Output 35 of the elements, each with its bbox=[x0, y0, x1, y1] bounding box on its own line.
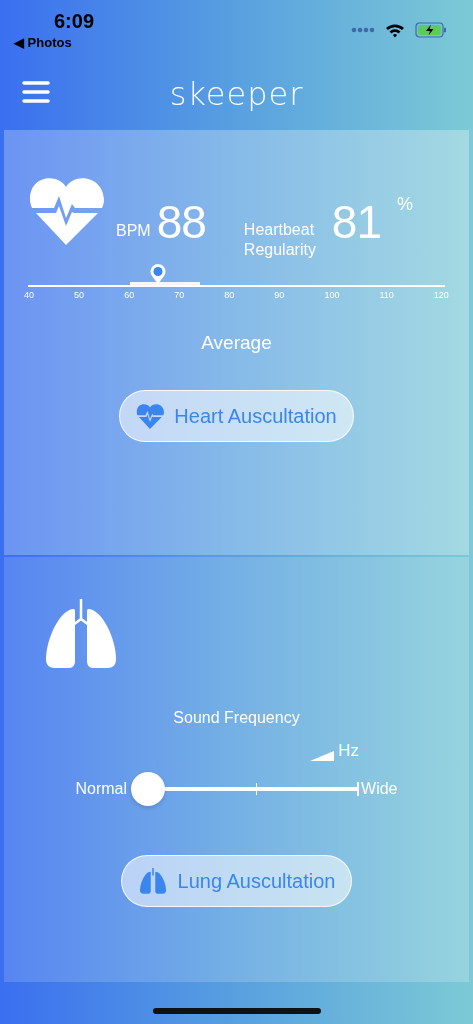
menu-icon[interactable] bbox=[22, 80, 50, 104]
bpm-value: 88 bbox=[156, 200, 206, 244]
normal-label: Normal bbox=[75, 780, 128, 798]
frequency-slider[interactable] bbox=[131, 771, 360, 807]
slider-thumb[interactable] bbox=[131, 772, 166, 806]
lungs-icon bbox=[137, 868, 168, 894]
bpm-label: BPM bbox=[116, 222, 151, 240]
scale-tick-label: 50 bbox=[74, 290, 85, 300]
lungs-icon bbox=[44, 599, 118, 669]
wide-label: Wide bbox=[361, 780, 398, 798]
scale-tick-label: 60 bbox=[124, 290, 135, 300]
app-logo: skeeper bbox=[169, 75, 304, 113]
scale-tick-label: 120 bbox=[433, 290, 449, 300]
scale-tick-label: 40 bbox=[24, 290, 34, 300]
volume-ramp-icon bbox=[310, 751, 335, 761]
sound-frequency-title: Sound Frequency bbox=[173, 709, 300, 727]
battery-icon bbox=[415, 22, 447, 38]
hz-unit: Hz bbox=[338, 741, 359, 761]
percent-unit: % bbox=[397, 194, 414, 215]
lung-auscultation-button[interactable]: Lung Auscultation bbox=[120, 855, 353, 907]
status-time: 6:09 bbox=[54, 10, 95, 33]
heart-pulse-icon bbox=[28, 175, 104, 245]
scale-tick-label: 110 bbox=[379, 290, 394, 300]
scale-tick-label: 80 bbox=[224, 290, 235, 300]
back-link[interactable]: ◀ Photos bbox=[14, 35, 95, 50]
scale-tick-label: 70 bbox=[174, 290, 185, 300]
scale-tick-label: 100 bbox=[324, 290, 340, 300]
signal-icon bbox=[351, 27, 375, 33]
regularity-label: Heartbeat Regularity bbox=[243, 220, 317, 260]
wifi-icon bbox=[385, 22, 405, 38]
average-caption: Average bbox=[201, 332, 272, 354]
scale-tick-label: 90 bbox=[274, 290, 285, 300]
heart-auscultation-button[interactable]: Heart Auscultation bbox=[119, 390, 354, 442]
heart-pulse-icon bbox=[136, 403, 165, 429]
regularity-value: 81 bbox=[331, 200, 381, 244]
